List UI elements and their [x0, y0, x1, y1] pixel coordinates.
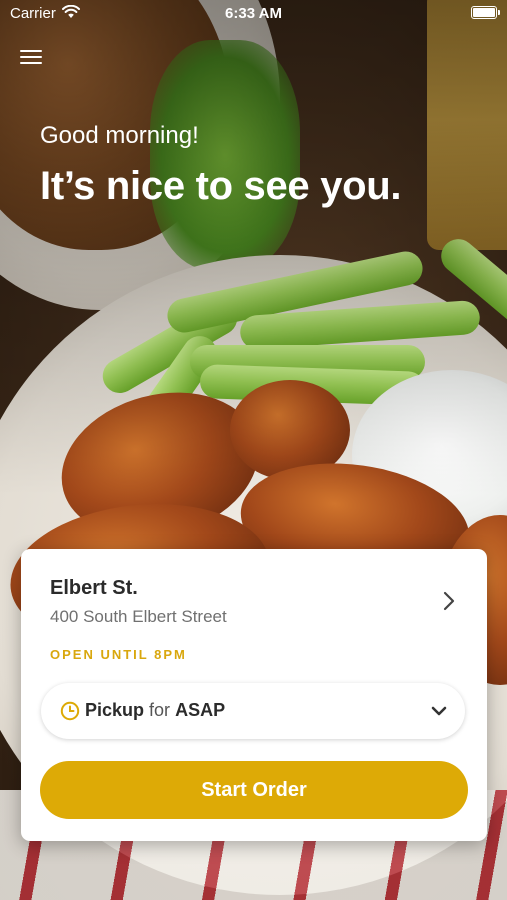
store-name: Elbert St. — [50, 577, 138, 599]
store-location-row[interactable]: Elbert St. 400 South Elbert Street OPEN … — [21, 549, 487, 662]
order-mode-label: Pickup for ASAP — [85, 700, 225, 721]
store-hours: OPEN UNTIL 8PM — [50, 647, 187, 662]
clock-icon — [60, 701, 80, 721]
order-mode-connector: for — [149, 700, 171, 720]
status-bar: Carrier 6:33 AM — [0, 0, 507, 28]
status-time: 6:33 AM — [225, 5, 282, 22]
order-mode-selector[interactable]: Pickup for ASAP — [41, 683, 465, 739]
order-mode: Pickup — [85, 700, 145, 720]
order-time: ASAP — [175, 700, 226, 720]
hamburger-menu-icon[interactable] — [18, 46, 44, 70]
store-address: 400 South Elbert Street — [50, 607, 227, 626]
order-card: Elbert St. 400 South Elbert Street OPEN … — [21, 549, 487, 841]
start-order-button[interactable]: Start Order — [40, 761, 468, 819]
battery-icon — [471, 6, 500, 19]
chevron-right-icon[interactable] — [439, 591, 459, 611]
chevron-down-icon[interactable] — [431, 704, 447, 718]
greeting-text: Good morning! — [40, 122, 199, 149]
welcome-headline: It’s nice to see you. — [40, 164, 402, 208]
